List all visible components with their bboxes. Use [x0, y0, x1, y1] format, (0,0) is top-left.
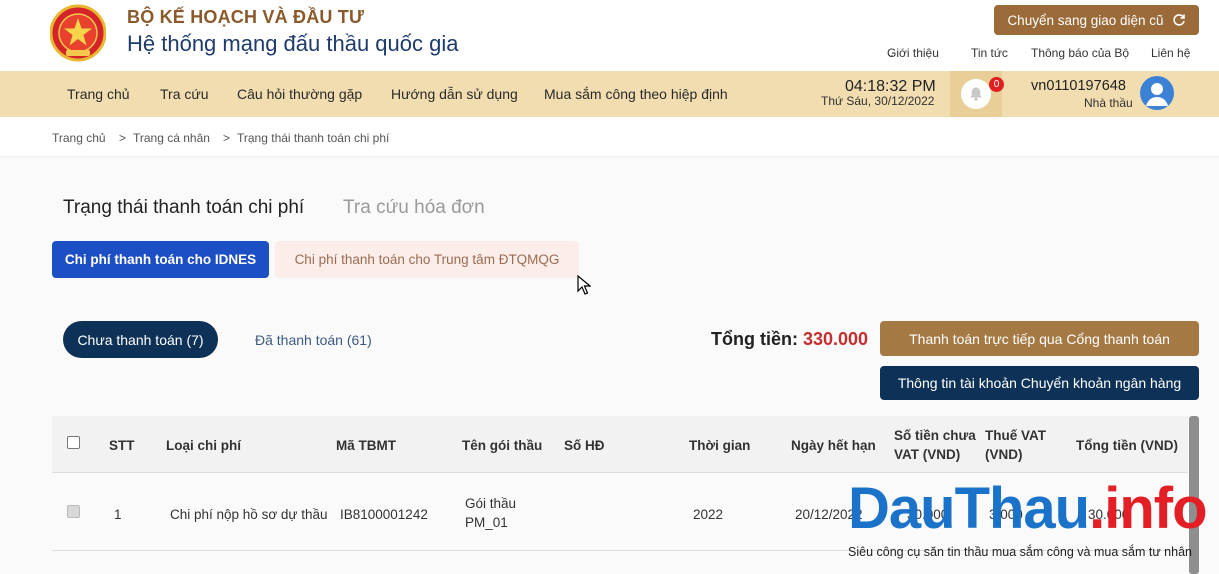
category-idnes-button[interactable]: Chi phí thanh toán cho IDNES — [52, 241, 269, 278]
breadcrumb-home[interactable]: Trang chủ — [52, 131, 106, 145]
dauthau-watermark: DauThau.info Siêu công cụ săn tin thầu m… — [845, 460, 1219, 574]
main-navbar: Trang chủ Tra cứu Câu hỏi thường gặp Hướ… — [0, 71, 1219, 117]
tab-invoice-lookup[interactable]: Tra cứu hóa đơn — [343, 197, 485, 219]
total-label: Tổng tiền: — [711, 329, 798, 349]
header-total: Tổng tiền (VND) — [1076, 438, 1178, 453]
cell-fee-type: Chi phí nộp hồ sơ dự thầu — [170, 507, 328, 522]
total-amount: Tổng tiền: 330.000 — [711, 329, 868, 350]
watermark-tagline: Siêu công cụ săn tin thầu mua sắm công v… — [848, 545, 1192, 559]
watermark-brand: DauThau.info — [848, 476, 1208, 541]
clock-date: Thứ Sáu, 30/12/2022 — [821, 94, 935, 108]
category-center-button[interactable]: Chi phí thanh toán cho Trung tâm ĐTQMQG — [275, 241, 579, 278]
row-checkbox[interactable] — [67, 505, 80, 518]
top-link-about[interactable]: Giới thiệu ⌄ — [887, 46, 939, 60]
notification-button[interactable] — [961, 79, 991, 109]
select-all-checkbox[interactable] — [67, 436, 80, 449]
nav-faq[interactable]: Câu hỏi thường gặp — [237, 86, 362, 102]
tab-payment-status[interactable]: Trạng thái thanh toán chi phí — [63, 197, 304, 219]
cell-time: 2022 — [693, 507, 724, 522]
top-header: BỘ KẾ HOẠCH VÀ ĐẦU TƯ Hệ thống mạng đấu … — [0, 0, 1219, 71]
total-value: 330.000 — [803, 329, 869, 349]
header-tbmt-code: Mã TBMT — [336, 438, 396, 453]
header-vat: Thuế VAT (VND) — [985, 428, 1046, 462]
cell-stt: 1 — [114, 507, 122, 522]
status-paid-link[interactable]: Đã thanh toán (61) — [255, 332, 372, 348]
nav-agreement-procurement[interactable]: Mua sắm công theo hiệp định — [544, 86, 728, 102]
top-link-ministry-notices[interactable]: Thông báo của Bộ — [1031, 46, 1129, 60]
breadcrumb-personal[interactable]: Trang cá nhân — [133, 131, 210, 145]
bell-icon — [970, 87, 982, 101]
breadcrumb-separator: > — [223, 131, 231, 145]
system-name: Hệ thống mạng đấu thầu quốc gia — [127, 31, 459, 56]
national-emblem-icon — [50, 4, 106, 62]
top-link-news[interactable]: Tin tức — [971, 46, 1008, 60]
header-contract-no: Số HĐ — [564, 438, 605, 453]
user-role: Nhà thầu — [1084, 96, 1133, 110]
breadcrumb: Trang chủ > Trang cá nhân > Trạng thái t… — [0, 117, 1219, 157]
refresh-icon — [1172, 14, 1185, 26]
user-avatar[interactable] — [1140, 76, 1174, 110]
user-icon — [1146, 83, 1168, 106]
top-link-contact[interactable]: Liên hệ — [1151, 46, 1190, 60]
header-package-name: Tên gói thầu — [462, 438, 543, 453]
header-time: Thời gian — [689, 438, 751, 453]
cell-package-name: Gói thầu PM_01 — [465, 496, 517, 530]
cell-tbmt-code: IB8100001242 — [340, 507, 428, 522]
header-expiry: Ngày hết hạn — [791, 438, 876, 453]
breadcrumb-separator: > — [119, 131, 127, 145]
status-unpaid-button[interactable]: Chưa thanh toán (7) — [63, 321, 218, 358]
ministry-name: BỘ KẾ HOẠCH VÀ ĐẦU TƯ — [127, 7, 365, 27]
header-pre-vat: Số tiền chưa VAT (VND) — [894, 428, 976, 462]
header-stt: STT — [109, 438, 135, 453]
nav-home[interactable]: Trang chủ — [67, 86, 130, 102]
breadcrumb-current: Trạng thái thanh toán chi phí — [237, 131, 390, 145]
switch-old-interface-label: Chuyển sang giao diện cũ — [1007, 12, 1164, 28]
user-id[interactable]: vn0110197648 — [1031, 78, 1126, 94]
mouse-cursor-icon — [577, 275, 591, 295]
header-fee-type: Loại chi phí — [166, 438, 242, 453]
bank-transfer-info-button[interactable]: Thông tin tài khoản Chuyển khoản ngân hà… — [880, 366, 1199, 400]
notification-count-badge: 0 — [989, 77, 1004, 92]
pay-gateway-button[interactable]: Thanh toán trực tiếp qua Cổng thanh toán — [880, 321, 1199, 356]
switch-old-interface-button[interactable]: Chuyển sang giao diện cũ — [994, 5, 1199, 35]
nav-user-guide[interactable]: Hướng dẫn sử dụng — [391, 86, 518, 102]
nav-search[interactable]: Tra cứu — [160, 86, 209, 102]
